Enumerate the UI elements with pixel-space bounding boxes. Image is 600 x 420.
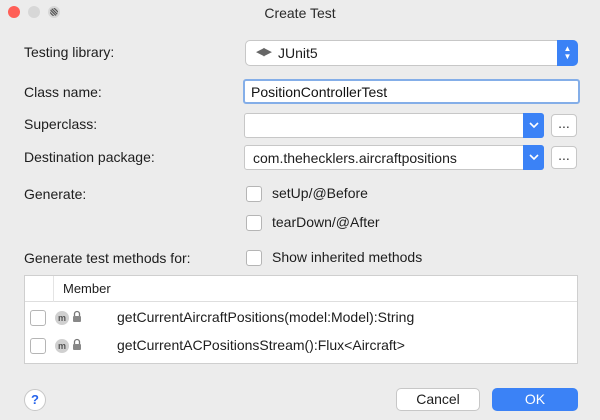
- destination-package-combo[interactable]: com.thehecklers.aircraftpositions: [244, 145, 544, 170]
- table-row[interactable]: m getCurrentACPositionsStream():Flux<Air…: [25, 332, 577, 360]
- method-icon: m: [55, 339, 69, 353]
- create-test-dialog: Create Test Testing library: ◀▶ JUnit5 ▲…: [0, 0, 600, 420]
- dialog-title: Create Test: [264, 5, 336, 21]
- show-inherited-label: Show inherited methods: [272, 249, 423, 265]
- member-checkbox[interactable]: [30, 310, 46, 326]
- destination-package-browse-button[interactable]: ...: [551, 146, 577, 169]
- member-checkbox[interactable]: [30, 338, 46, 354]
- ok-button[interactable]: OK: [492, 388, 578, 411]
- members-table: Member m getCurrentAircraftPositions(mod…: [24, 275, 578, 364]
- class-name-label: Class name:: [24, 84, 102, 100]
- superclass-combo[interactable]: [244, 113, 544, 138]
- setup-checkbox[interactable]: [246, 186, 262, 202]
- superclass-browse-button[interactable]: ...: [551, 114, 577, 137]
- cancel-button[interactable]: Cancel: [396, 388, 480, 411]
- teardown-checkbox-label: tearDown/@After: [272, 214, 380, 230]
- help-button[interactable]: ?: [24, 389, 46, 411]
- column-divider: [53, 276, 54, 302]
- destination-package-label: Destination package:: [24, 149, 155, 165]
- member-column-header: Member: [63, 281, 111, 296]
- superclass-label: Superclass:: [24, 116, 98, 132]
- destination-package-value: com.thehecklers.aircraftpositions: [253, 150, 457, 166]
- method-icon: m: [55, 311, 69, 325]
- class-name-input[interactable]: [243, 79, 580, 104]
- chevron-down-icon[interactable]: [523, 145, 544, 170]
- generate-methods-label: Generate test methods for:: [24, 250, 191, 266]
- generate-label: Generate:: [24, 186, 87, 202]
- chevron-down-icon[interactable]: [523, 113, 544, 138]
- show-inherited-checkbox[interactable]: [246, 250, 262, 266]
- table-row[interactable]: m getCurrentAircraftPositions(model:Mode…: [25, 304, 577, 332]
- up-down-chevron-icon[interactable]: ▲ ▼: [557, 40, 578, 66]
- setup-checkbox-label: setUp/@Before: [272, 185, 368, 201]
- lock-icon: [73, 338, 81, 350]
- junit-icon: ◀▶: [256, 46, 272, 58]
- lock-icon: [73, 310, 81, 322]
- members-table-header: Member: [25, 276, 577, 302]
- testing-library-select[interactable]: ◀▶ JUnit5 ▲ ▼: [245, 40, 578, 66]
- testing-library-label: Testing library:: [24, 44, 115, 60]
- member-signature: getCurrentACPositionsStream():Flux<Aircr…: [117, 337, 405, 353]
- teardown-checkbox[interactable]: [246, 215, 262, 231]
- member-signature: getCurrentAircraftPositions(model:Model)…: [117, 309, 415, 325]
- title-bar: Create Test: [0, 0, 600, 24]
- testing-library-value: JUnit5: [278, 45, 318, 61]
